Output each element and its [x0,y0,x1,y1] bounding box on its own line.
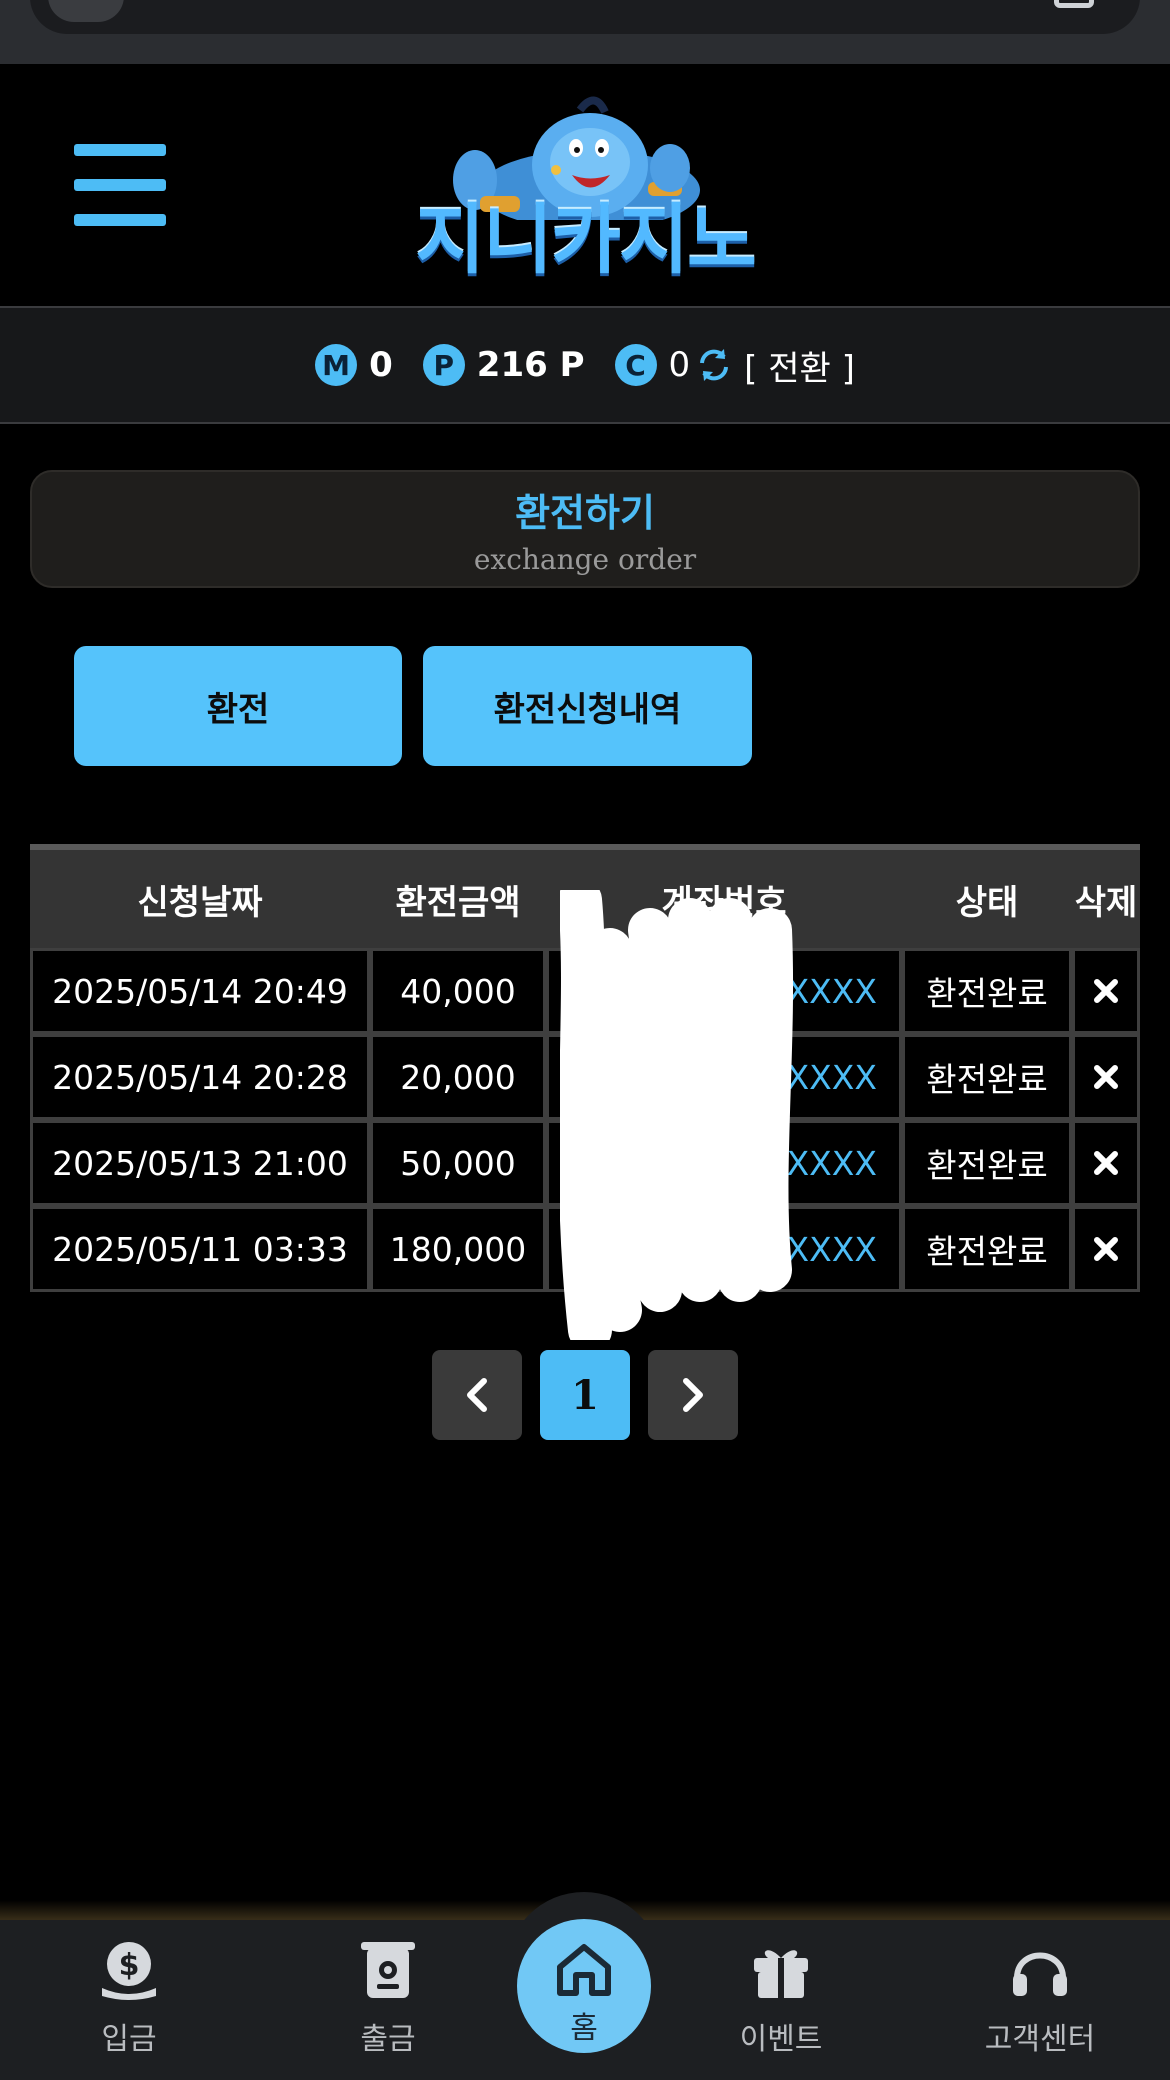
svg-text:$: $ [119,1948,140,1983]
casino-value: 0 [668,345,691,385]
row-date: 2025/05/14 20:49 [30,948,370,1034]
row-status: 환전완료 [902,1206,1072,1292]
row-status: 환전완료 [902,1120,1072,1206]
row-amount: 180,000 [370,1206,546,1292]
header-delete: 삭제 [1074,882,1138,923]
nav-home-label: 홈 [570,2011,598,2046]
row-date: 2025/05/11 03:33 [30,1206,370,1292]
close-icon[interactable] [1092,1235,1120,1263]
row-delete-button[interactable] [1072,1034,1140,1120]
table-row: 2025/05/14 20:49 40,000 XXXX 환전완료 [30,948,1140,1034]
header-amount: 환전금액 [395,882,521,923]
nav-event-label: 이벤트 [739,2022,823,2057]
row-delete-button[interactable] [1072,1206,1140,1292]
nav-event[interactable]: 이벤트 [681,1938,881,2058]
nav-deposit-label: 입금 [101,2022,157,2057]
browser-address-bar[interactable] [30,0,1140,34]
logo-text: 지니카지노 [415,195,757,284]
row-account: XXXX [546,1034,902,1120]
atm-icon [361,1942,415,1998]
close-icon[interactable] [1092,977,1120,1005]
row-date: 2025/05/13 21:00 [30,1120,370,1206]
row-account: XXXX [546,1120,902,1206]
row-amount: 20,000 [370,1034,546,1120]
casino-badge-icon: C [614,344,657,386]
chevron-right-icon[interactable] [676,1375,710,1415]
exchange-history-table: 신청날짜 환전금액 계좌번호 상태 삭제 2025/05/14 20:49 40… [30,844,1140,1292]
gift-icon [754,1950,808,1998]
casino-balance: C 0 [614,344,691,386]
nav-support[interactable]: 고객센터 [940,1938,1140,2058]
table-header: 신청날짜 환전금액 계좌번호 상태 삭제 [30,844,1140,948]
next-page-button[interactable] [648,1350,738,1440]
prev-page-button[interactable] [432,1350,522,1440]
close-icon[interactable] [1092,1149,1120,1177]
row-date: 2025/05/14 20:28 [30,1034,370,1120]
balance-bar: M 0 P 216 P C 0 [ 전환 ] [0,306,1170,424]
nav-support-label: 고객센터 [984,2022,1096,2057]
money-value: 0 [369,345,393,385]
browser-tabs-icon[interactable] [1054,0,1094,8]
point-badge-icon: P [422,344,465,386]
header-account: 계좌번호 [661,882,787,923]
chevron-left-icon[interactable] [460,1375,494,1415]
money-balance: M 0 [315,344,393,386]
table-row: 2025/05/14 20:28 20,000 XXXX 환전완료 [30,1034,1140,1120]
row-account: XXXX [546,948,902,1034]
money-badge-icon: M [315,344,358,386]
row-amount: 40,000 [370,948,546,1034]
nav-deposit[interactable]: $ 입금 [29,1938,229,2058]
convert-link[interactable]: [ 전환 ] [744,341,855,390]
page-title-box: 환전하기 exchange order [30,470,1140,588]
row-amount: 50,000 [370,1120,546,1206]
row-delete-button[interactable] [1072,948,1140,1034]
table-row: 2025/05/13 21:00 50,000 XXXX 환전완료 [30,1120,1140,1206]
row-delete-button[interactable] [1072,1120,1140,1206]
nav-withdraw[interactable]: 출금 [288,1938,488,2058]
hamburger-menu-icon[interactable] [74,144,166,226]
header-date: 신청날짜 [137,882,263,923]
site-header: 지니카지노 [0,64,1170,306]
table-row: 2025/05/11 03:33 180,000 XXXXX 환전완료 [30,1206,1140,1292]
row-status: 환전완료 [902,948,1072,1034]
header-status: 상태 [955,882,1019,923]
page-subtitle: exchange order [473,543,697,576]
row-status: 환전완료 [902,1034,1072,1120]
point-balance: P 216 P [422,344,585,386]
home-icon [557,1944,611,1996]
money-bag-icon: $ [102,1942,156,2000]
nav-withdraw-label: 출금 [360,2022,416,2057]
row-account: XXXXX [546,1206,902,1292]
headset-icon [1013,1952,1067,1996]
point-value: 216 P [476,345,585,385]
nav-home-button[interactable]: 홈 [517,1919,651,2053]
tab-exchange[interactable]: 환전 [74,646,402,766]
page-number-button[interactable]: 1 [540,1350,630,1440]
close-icon[interactable] [1092,1063,1120,1091]
page-title: 환전하기 [515,491,655,535]
browser-bar [0,0,1170,64]
refresh-icon[interactable] [694,345,734,385]
tab-exchange-history[interactable]: 환전신청내역 [423,646,752,766]
site-logo[interactable]: 지니카지노 [400,70,770,300]
